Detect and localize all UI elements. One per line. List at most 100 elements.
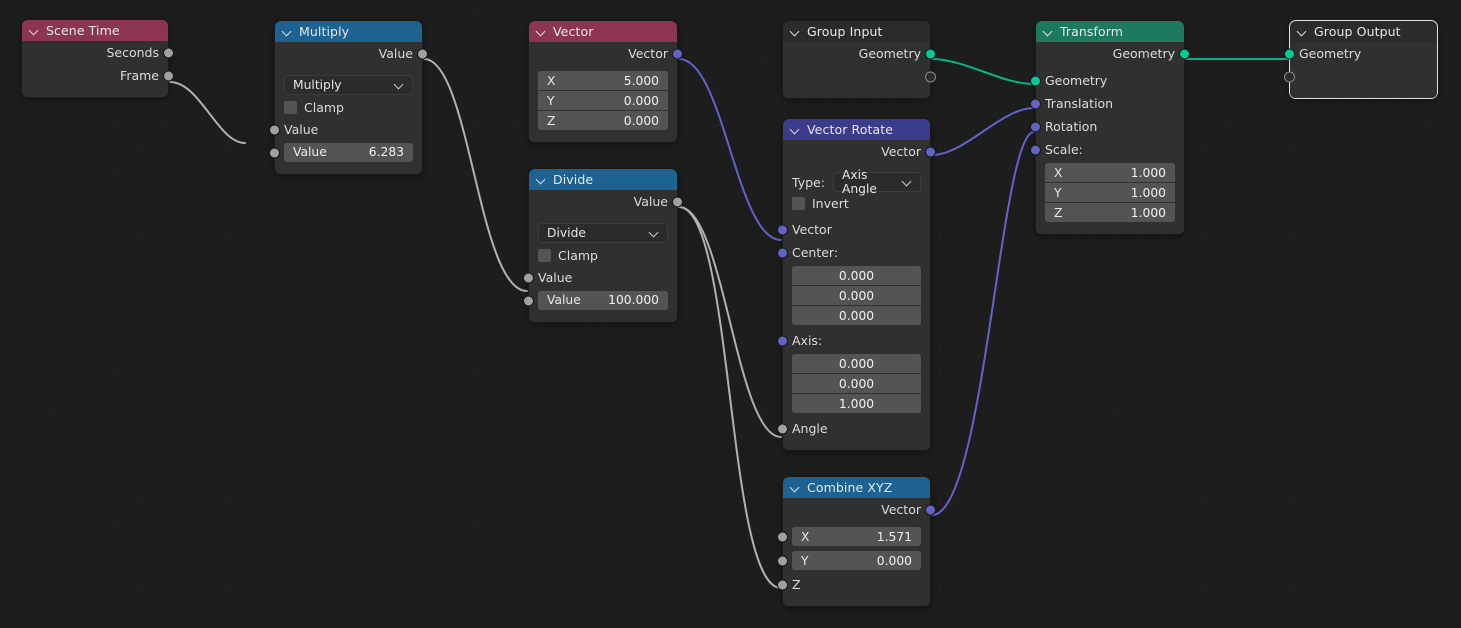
- axis-field-y[interactable]: 0.000: [792, 374, 921, 393]
- input-socket-value-a[interactable]: [523, 272, 534, 283]
- x-field[interactable]: X 1.571: [792, 527, 921, 546]
- chevron-down-icon[interactable]: [536, 26, 547, 37]
- input-socket-row-value-a[interactable]: Value: [269, 118, 422, 141]
- type-dropdown[interactable]: Axis Angle: [832, 168, 921, 196]
- input-socket-row-geometry[interactable]: Geometry: [1284, 42, 1437, 65]
- output-socket-row-extend[interactable]: [783, 65, 936, 88]
- input-socket-translation[interactable]: [1030, 98, 1041, 109]
- output-socket-extend[interactable]: [925, 71, 936, 82]
- chevron-down-icon[interactable]: [790, 124, 801, 135]
- operation-dropdown[interactable]: Divide: [538, 223, 668, 243]
- node-header-vector-rotate[interactable]: Vector Rotate: [783, 119, 930, 140]
- input-socket-angle[interactable]: [777, 423, 788, 434]
- node-header-divide[interactable]: Divide: [529, 169, 677, 190]
- node-vector[interactable]: Vector Vector X 5.000 Y 0.000 Z 0.000: [528, 20, 683, 143]
- input-socket-value-a[interactable]: [269, 124, 280, 135]
- chevron-down-icon[interactable]: [790, 482, 801, 493]
- input-socket-z[interactable]: [777, 579, 788, 590]
- input-socket-row-translation[interactable]: Translation: [1030, 92, 1184, 115]
- chevron-down-icon[interactable]: [1043, 26, 1054, 37]
- output-socket-row-value[interactable]: Value: [529, 190, 683, 213]
- input-socket-center[interactable]: [777, 247, 788, 258]
- input-socket-row-value-b[interactable]: Value 6.283: [269, 141, 422, 164]
- input-socket-row-center[interactable]: Center:: [777, 241, 930, 264]
- input-socket-scale[interactable]: [1030, 144, 1041, 155]
- vector-field-z[interactable]: Z 0.000: [538, 111, 668, 130]
- invert-checkbox[interactable]: [792, 197, 805, 210]
- node-multiply[interactable]: Multiply Value Multiply Clamp Value Valu…: [269, 20, 428, 175]
- vector-field-y[interactable]: Y 0.000: [538, 91, 668, 110]
- node-header-group-output[interactable]: Group Output: [1290, 21, 1437, 42]
- node-group-input[interactable]: Group Input Geometry: [782, 20, 936, 99]
- node-header-transform[interactable]: Transform: [1036, 21, 1184, 42]
- output-socket-vector[interactable]: [925, 146, 936, 157]
- input-socket-value-b[interactable]: [523, 295, 534, 306]
- chevron-down-icon[interactable]: [790, 26, 801, 37]
- output-socket-geometry[interactable]: [925, 48, 936, 59]
- node-header-scene-time[interactable]: Scene Time: [22, 20, 168, 41]
- chevron-down-icon[interactable]: [29, 25, 40, 36]
- axis-field-x[interactable]: 0.000: [792, 354, 921, 373]
- output-socket-row-seconds[interactable]: Seconds: [22, 41, 174, 64]
- node-scene-time[interactable]: Scene Time Seconds Frame: [21, 19, 174, 98]
- output-socket-row-vector[interactable]: Vector: [783, 498, 936, 521]
- output-socket-frame[interactable]: [163, 70, 174, 81]
- node-editor-canvas[interactable]: Scene Time Seconds Frame Multiply Value: [0, 0, 1461, 628]
- output-socket-row-value[interactable]: Value: [275, 42, 428, 65]
- input-socket-vector[interactable]: [777, 224, 788, 235]
- input-socket-geometry[interactable]: [1284, 48, 1295, 59]
- node-divide[interactable]: Divide Value Divide Clamp Value Value 10…: [523, 168, 683, 323]
- clamp-checkbox-row[interactable]: Clamp: [275, 97, 422, 118]
- input-socket-row-angle[interactable]: Angle: [777, 417, 930, 440]
- node-header-combine-xyz[interactable]: Combine XYZ: [783, 477, 930, 498]
- node-combine-xyz[interactable]: Combine XYZ Vector X 1.571 Y 0.000 Z: [777, 476, 936, 607]
- input-socket-geometry[interactable]: [1030, 75, 1041, 86]
- input-socket-row-scale[interactable]: Scale:: [1030, 138, 1184, 161]
- node-group-output[interactable]: Group Output Geometry: [1284, 20, 1438, 99]
- scale-field-x[interactable]: X 1.000: [1045, 163, 1175, 182]
- axis-field-z[interactable]: 1.000: [792, 394, 921, 413]
- output-socket-value[interactable]: [417, 48, 428, 59]
- input-socket-row-y[interactable]: Y 0.000: [777, 549, 930, 573]
- node-header-vector[interactable]: Vector: [529, 21, 677, 42]
- value-field-b[interactable]: Value 100.000: [538, 290, 668, 310]
- y-field[interactable]: Y 0.000: [792, 551, 921, 570]
- value-field-b[interactable]: Value 6.283: [284, 142, 413, 162]
- input-socket-axis[interactable]: [777, 335, 788, 346]
- input-socket-y[interactable]: [777, 555, 788, 567]
- invert-checkbox-row[interactable]: Invert: [783, 193, 930, 214]
- chevron-down-icon[interactable]: [536, 174, 547, 185]
- output-socket-row-vector[interactable]: Vector: [529, 42, 683, 65]
- input-socket-row-axis[interactable]: Axis:: [777, 329, 930, 352]
- node-header-group-input[interactable]: Group Input: [783, 21, 930, 42]
- output-socket-vector[interactable]: [672, 48, 683, 59]
- scale-field-z[interactable]: Z 1.000: [1045, 203, 1175, 222]
- input-socket-row-value-a[interactable]: Value: [523, 266, 677, 289]
- clamp-checkbox[interactable]: [284, 101, 297, 114]
- clamp-checkbox-row[interactable]: Clamp: [529, 245, 677, 266]
- input-socket-value-b[interactable]: [269, 147, 280, 158]
- clamp-checkbox[interactable]: [538, 249, 551, 262]
- output-socket-seconds[interactable]: [163, 47, 174, 58]
- output-socket-row-frame[interactable]: Frame: [22, 64, 174, 87]
- input-socket-rotation[interactable]: [1030, 121, 1041, 132]
- output-socket-row-geometry[interactable]: Geometry: [1036, 42, 1190, 65]
- output-socket-row-vector[interactable]: Vector: [783, 140, 936, 163]
- input-socket-row-geometry[interactable]: Geometry: [1030, 69, 1184, 92]
- input-socket-row-x[interactable]: X 1.571: [777, 525, 930, 549]
- node-header-multiply[interactable]: Multiply: [275, 21, 422, 42]
- input-socket-row-extend[interactable]: [1284, 65, 1437, 88]
- input-socket-row-vector[interactable]: Vector: [777, 218, 930, 241]
- output-socket-row-geometry[interactable]: Geometry: [783, 42, 936, 65]
- node-vector-rotate[interactable]: Vector Rotate Vector Type: Axis Angle In…: [777, 118, 936, 451]
- output-socket-geometry[interactable]: [1179, 48, 1190, 59]
- center-field-z[interactable]: 0.000: [792, 306, 921, 325]
- input-socket-row-value-b[interactable]: Value 100.000: [523, 289, 677, 312]
- center-field-y[interactable]: 0.000: [792, 286, 921, 305]
- scale-field-y[interactable]: Y 1.000: [1045, 183, 1175, 202]
- vector-field-x[interactable]: X 5.000: [538, 71, 668, 90]
- chevron-down-icon[interactable]: [1297, 26, 1308, 37]
- output-socket-value[interactable]: [672, 196, 683, 207]
- input-socket-row-z[interactable]: Z: [777, 573, 930, 596]
- output-socket-vector[interactable]: [925, 504, 936, 515]
